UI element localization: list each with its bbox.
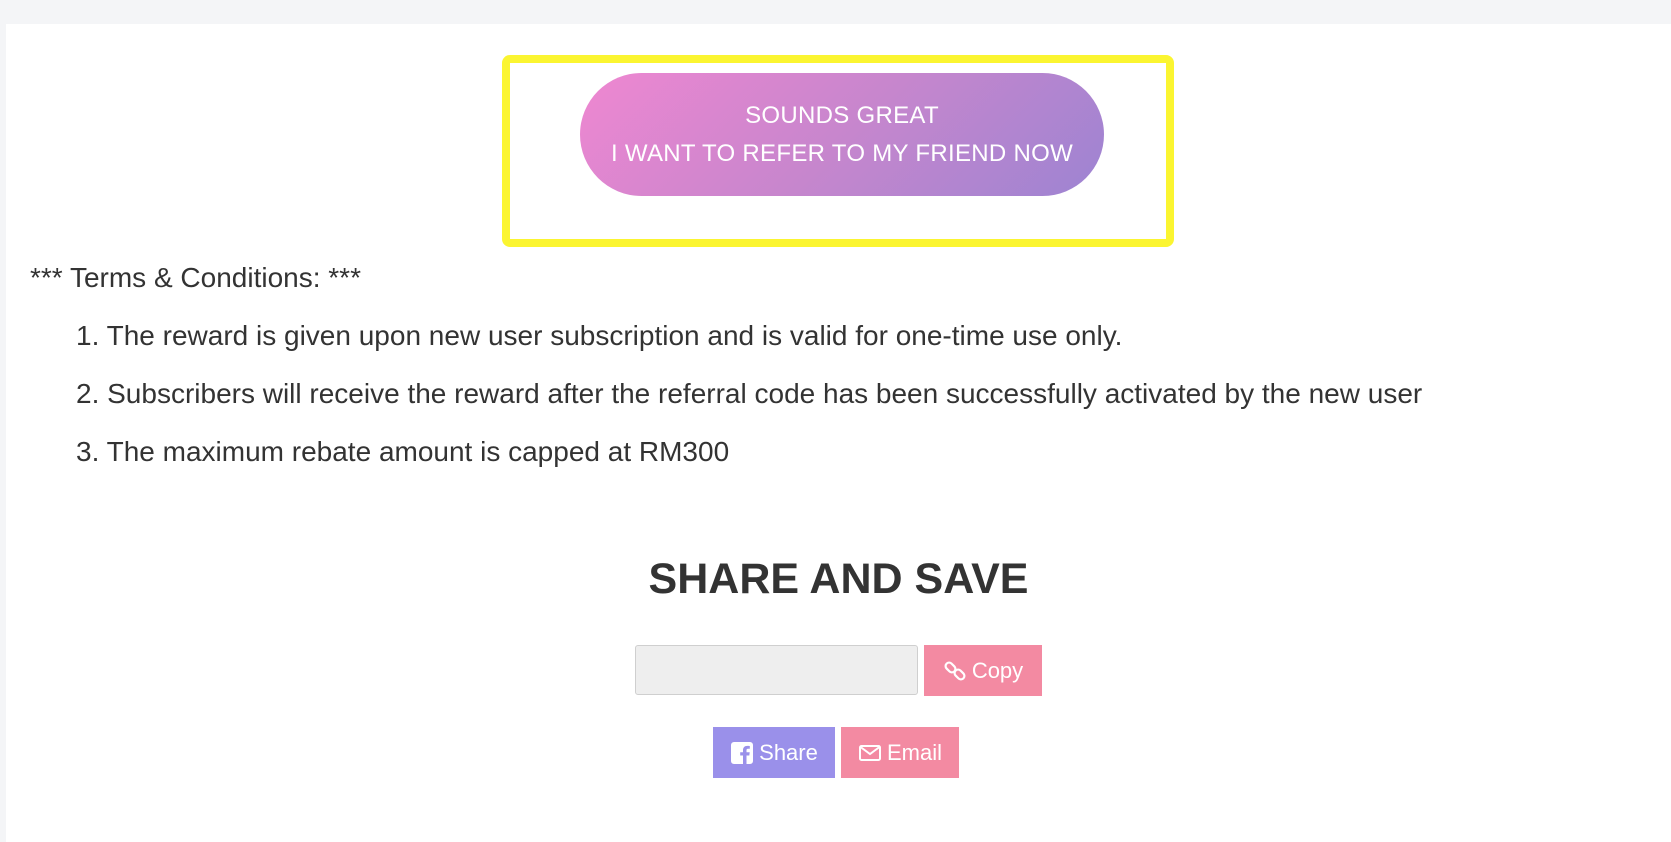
cta-line-2: I WANT TO REFER TO MY FRIEND NOW <box>610 139 1074 167</box>
link-icon <box>943 659 967 683</box>
terms-title: *** Terms & Conditions: *** <box>30 262 361 293</box>
facebook-icon <box>730 741 754 765</box>
terms-item: 2. Subscribers will receive the reward a… <box>76 378 1423 409</box>
email-label: Email <box>886 739 942 765</box>
referral-link-input[interactable] <box>635 645 918 695</box>
share-heading: SHARE AND SAVE <box>648 555 1029 603</box>
refer-friend-button[interactable]: SOUNDS GREAT I WANT TO REFER TO MY FRIEN… <box>580 73 1104 196</box>
copy-label: Copy <box>971 657 1024 683</box>
page-content: SOUNDS GREAT I WANT TO REFER TO MY FRIEN… <box>6 24 1671 842</box>
share-label: Share <box>759 739 818 765</box>
terms-item: 1. The reward is given upon new user sub… <box>76 320 1123 351</box>
terms-list: 1. The reward is given upon new user sub… <box>76 316 1422 490</box>
facebook-share-button[interactable]: Share <box>713 727 835 778</box>
cta-line-1: SOUNDS GREAT <box>745 101 939 129</box>
email-share-button[interactable]: Email <box>841 727 959 778</box>
copy-button[interactable]: Copy <box>924 645 1042 696</box>
envelope-icon <box>858 741 882 765</box>
terms-item: 3. The maximum rebate amount is capped a… <box>76 436 730 467</box>
